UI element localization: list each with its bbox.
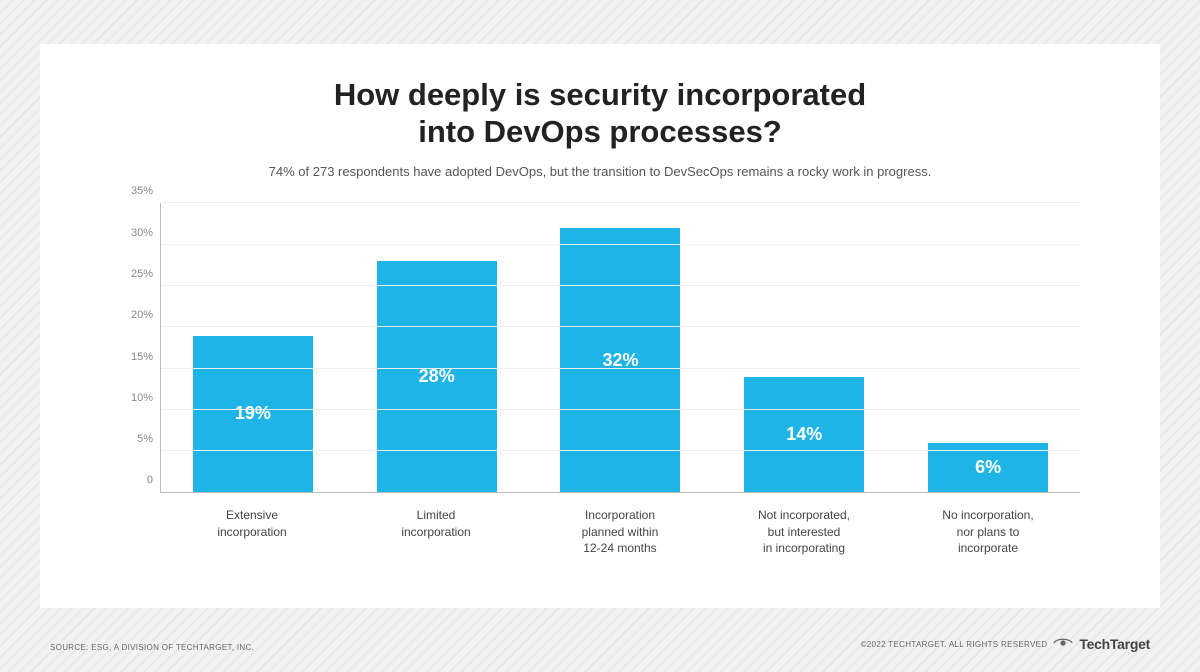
grid-line [161, 326, 1080, 327]
x-tick-label: Extensiveincorporation [182, 499, 322, 563]
bar-slot: 14% [734, 203, 874, 492]
bar-slot: 32% [550, 203, 690, 492]
chart-title: How deeply is security incorporated into… [100, 76, 1100, 150]
grid-line [161, 244, 1080, 245]
x-tick-label: Limitedincorporation [366, 499, 506, 563]
x-tick-label: No incorporation,nor plans toincorporate [918, 499, 1058, 563]
copyright-text: ©2022 TECHTARGET. ALL RIGHTS RESERVED [861, 640, 1048, 649]
x-tick-label: Not incorporated,but interestedin incorp… [734, 499, 874, 563]
title-line-1: How deeply is security incorporated [334, 77, 866, 112]
grid-line [161, 409, 1080, 410]
y-tick-label: 15% [131, 351, 153, 363]
bar-value-label: 28% [419, 366, 455, 387]
grid-line [161, 202, 1080, 203]
bar-value-label: 6% [975, 457, 1001, 478]
grid-line [161, 368, 1080, 369]
title-line-2: into DevOps processes? [418, 114, 782, 149]
y-tick-label: 0 [147, 474, 153, 486]
y-tick-label: 25% [131, 268, 153, 280]
grid-line [161, 450, 1080, 451]
x-axis-labels: Extensiveincorporation Limitedincorporati… [160, 499, 1080, 563]
source-attribution: SOURCE: ESG, A DIVISION OF TECHTARGET, I… [50, 643, 254, 652]
bar: 14% [744, 377, 864, 493]
bar-slot: 28% [367, 203, 507, 492]
bar: 28% [377, 261, 497, 492]
plot-region: 19%28%32%14%6% 05%10%15%20%25%30%35% [160, 203, 1080, 493]
y-tick-label: 30% [131, 227, 153, 239]
grid-line [161, 285, 1080, 286]
chart-area: 19%28%32%14%6% 05%10%15%20%25%30%35% Ext… [100, 203, 1100, 563]
bars-container: 19% 28% 32% 14% 6% [161, 203, 1080, 492]
y-tick-label: 5% [137, 433, 153, 445]
bar-slot: 19% [183, 203, 323, 492]
bar: 32% [560, 228, 680, 492]
chart-card: How deeply is security incorporated into… [40, 44, 1160, 608]
eye-icon [1053, 637, 1073, 651]
x-tick-label: Incorporationplanned within12-24 months [550, 499, 690, 563]
brand-name: TechTarget [1079, 636, 1150, 652]
bar-value-label: 14% [786, 424, 822, 445]
bar: 19% [193, 336, 313, 493]
y-tick-label: 10% [131, 392, 153, 404]
y-tick-label: 20% [131, 309, 153, 321]
brand-block: ©2022 TECHTARGET. ALL RIGHTS RESERVED Te… [861, 636, 1150, 652]
chart-subtitle: 74% of 273 respondents have adopted DevO… [100, 164, 1100, 179]
bar-slot: 6% [918, 203, 1058, 492]
bar-value-label: 19% [235, 403, 271, 424]
footer: SOURCE: ESG, A DIVISION OF TECHTARGET, I… [50, 636, 1150, 652]
y-tick-label: 35% [131, 185, 153, 197]
